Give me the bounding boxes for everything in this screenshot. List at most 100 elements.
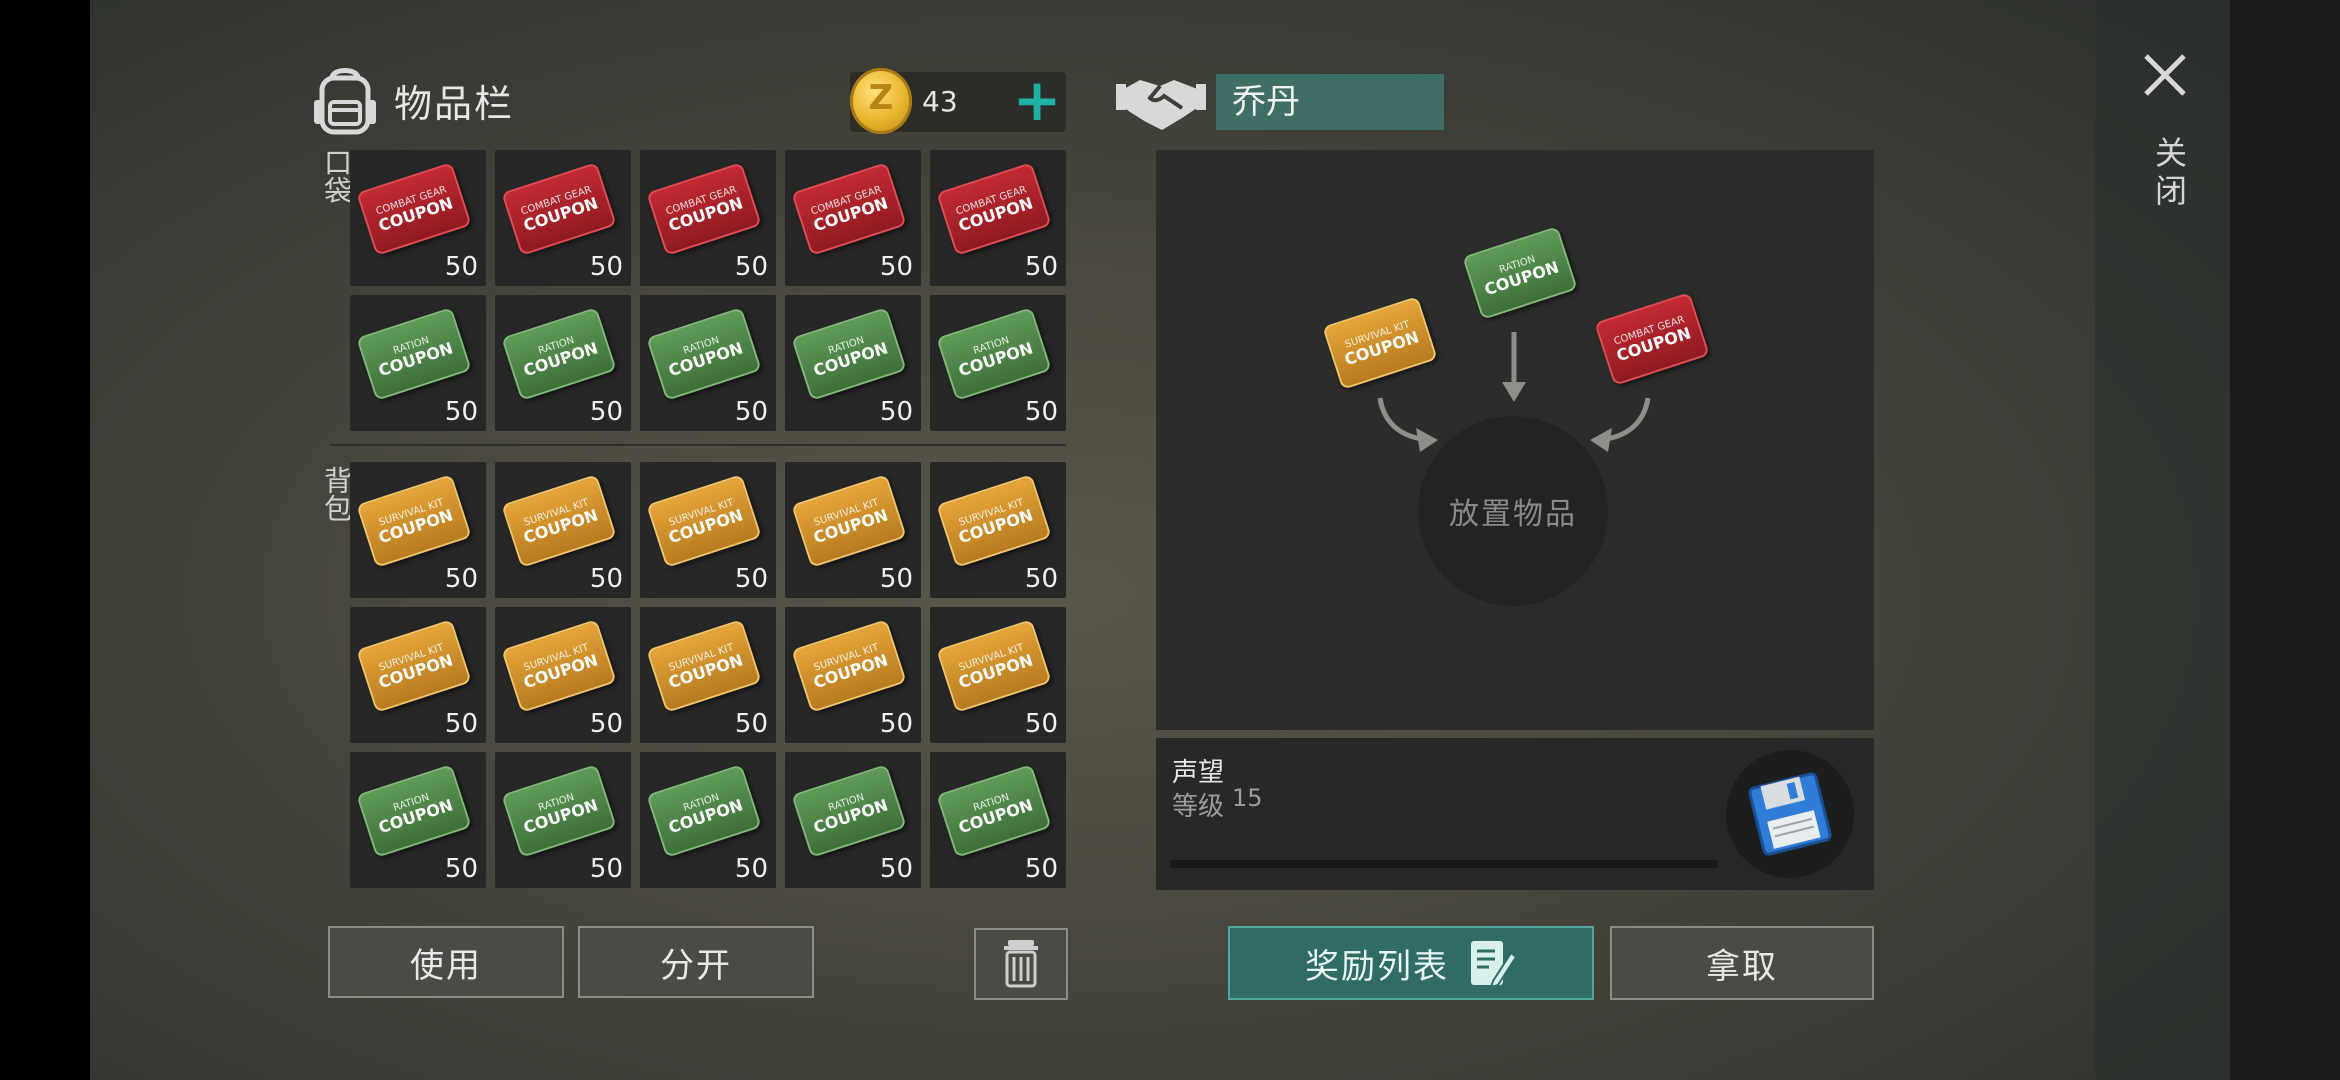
survival-kit-coupon-icon: SURVIVAL KIT COUPON (501, 474, 617, 568)
combat-gear-coupon-icon: COMBAT GEAR COUPON (356, 162, 472, 256)
inventory-slot[interactable]: SURVIVAL KIT COUPON 50 (350, 462, 486, 598)
inventory-slot[interactable]: RATION COUPON 50 (350, 752, 486, 888)
item-count: 50 (1024, 709, 1058, 739)
coin-icon: Z (850, 68, 912, 134)
reward-list-button[interactable]: 奖励列表 (1228, 926, 1594, 1000)
ration-coupon-icon: RATION COUPON (936, 307, 1052, 401)
item-count: 50 (734, 252, 768, 282)
screen-edge-right (2230, 0, 2340, 1080)
ration-coupon-icon: RATION COUPON (646, 307, 762, 401)
ration-coupon-icon: RATION COUPON (356, 764, 472, 858)
arrow-right (1590, 397, 1651, 452)
coin-value: 43 (922, 85, 958, 118)
combat-gear-coupon-icon: COMBAT GEAR COUPON (791, 162, 907, 256)
reputation-title: 声望 (1172, 758, 1225, 788)
ration-coupon-icon: RATION COUPON (791, 764, 907, 858)
drop-target[interactable]: 放置物品 (1418, 416, 1608, 606)
combat-gear-coupon-icon: COMBAT GEAR COUPON (936, 162, 1052, 256)
inventory-slot[interactable]: RATION COUPON 50 (785, 295, 921, 431)
item-count: 50 (734, 397, 768, 427)
inventory-slot[interactable]: RATION COUPON 50 (640, 295, 776, 431)
inventory-slot[interactable]: SURVIVAL KIT COUPON 50 (350, 607, 486, 743)
take-button[interactable]: 拿取 (1610, 926, 1874, 1000)
combat-gear-coupon-icon: COMBAT GEAR COUPON (646, 162, 762, 256)
survival-kit-coupon-icon: SURVIVAL KIT COUPON (936, 474, 1052, 568)
close-icon[interactable] (2140, 50, 2190, 100)
inventory-slot[interactable]: RATION COUPON 50 (495, 295, 631, 431)
inventory-slot[interactable]: SURVIVAL KIT COUPON 50 (785, 462, 921, 598)
item-count: 50 (1024, 854, 1058, 884)
inventory-slot[interactable]: COMBAT GEAR COUPON 50 (495, 150, 631, 286)
section-divider (330, 444, 1066, 446)
ration-coupon-icon: RATION COUPON (356, 307, 472, 401)
drop-label: 放置物品 (1449, 497, 1577, 532)
combat-gear-coupon-icon: COMBAT GEAR COUPON (501, 162, 617, 256)
close-label[interactable]: 关闭 (2146, 136, 2192, 212)
item-count: 50 (444, 564, 478, 594)
inventory-slot[interactable]: SURVIVAL KIT COUPON 50 (930, 462, 1066, 598)
ration-coupon-icon: RATION COUPON (936, 764, 1052, 858)
item-count: 50 (879, 252, 913, 282)
item-count: 50 (1024, 252, 1058, 282)
inventory-slot[interactable]: RATION COUPON 50 (350, 295, 486, 431)
backpack-icon (314, 68, 376, 135)
use-button[interactable]: 使用 (328, 926, 564, 998)
item-count: 50 (589, 564, 623, 594)
inventory-slot[interactable]: COMBAT GEAR COUPON 50 (640, 150, 776, 286)
survival-kit-coupon-icon: SURVIVAL KIT COUPON (936, 619, 1052, 713)
inventory-slot[interactable]: COMBAT GEAR COUPON 50 (785, 150, 921, 286)
inventory-slot[interactable]: RATION COUPON 50 (930, 295, 1066, 431)
inventory-slot[interactable]: RATION COUPON 50 (930, 752, 1066, 888)
trash-icon (1004, 940, 1038, 988)
handshake-icon (1116, 80, 1206, 130)
item-count: 50 (879, 397, 913, 427)
inventory-slot[interactable]: SURVIVAL KIT COUPON 50 (640, 462, 776, 598)
inventory-slot[interactable]: RATION COUPON 50 (785, 752, 921, 888)
reward-list-label: 奖励列表 (1305, 946, 1449, 987)
inventory-slot[interactable]: COMBAT GEAR COUPON 50 (930, 150, 1066, 286)
survival-kit-coupon-icon: SURVIVAL KIT COUPON (501, 619, 617, 713)
inventory-slot[interactable]: SURVIVAL KIT COUPON 50 (785, 607, 921, 743)
inventory-slot[interactable]: COMBAT GEAR COUPON 50 (350, 150, 486, 286)
reputation-progress (1170, 860, 1718, 868)
ration-coupon-icon: RATION COUPON (501, 764, 617, 858)
inventory-slot[interactable]: SURVIVAL KIT COUPON 50 (495, 462, 631, 598)
inventory-slot[interactable]: SURVIVAL KIT COUPON 50 (495, 607, 631, 743)
item-count: 50 (734, 709, 768, 739)
survival-kit-coupon-icon: SURVIVAL KIT COUPON (791, 474, 907, 568)
survival-kit-coupon-icon: SURVIVAL KIT COUPON (791, 619, 907, 713)
item-count: 50 (444, 252, 478, 282)
floppy-disk-icon (1748, 772, 1832, 856)
inventory-slot[interactable]: SURVIVAL KIT COUPON 50 (640, 607, 776, 743)
survival-kit-coupon-icon: SURVIVAL KIT COUPON (646, 619, 762, 713)
item-count: 50 (734, 564, 768, 594)
ration-coupon-icon: RATION COUPON (501, 307, 617, 401)
plus-icon[interactable]: + (1008, 71, 1066, 132)
item-count: 50 (589, 397, 623, 427)
survival-kit-coupon-icon: SURVIVAL KIT COUPON (356, 619, 472, 713)
item-count: 50 (1024, 564, 1058, 594)
item-count: 50 (879, 564, 913, 594)
split-button[interactable]: 分开 (578, 926, 814, 998)
inventory-slot[interactable]: RATION COUPON 50 (495, 752, 631, 888)
inventory-slot[interactable]: SURVIVAL KIT COUPON 50 (930, 607, 1066, 743)
item-count: 50 (444, 397, 478, 427)
item-count: 50 (589, 709, 623, 739)
inventory-title: 物品栏 (394, 81, 515, 126)
trash-button[interactable] (974, 928, 1068, 1000)
item-count: 50 (444, 709, 478, 739)
inventory-header: 物品栏 (310, 60, 514, 140)
level-value: 15 (1232, 784, 1263, 812)
ration-coupon-icon: RATION COUPON (646, 764, 762, 858)
item-count: 50 (589, 252, 623, 282)
save-button[interactable] (1726, 750, 1854, 878)
item-count: 50 (879, 854, 913, 884)
survival-kit-coupon-icon: SURVIVAL KIT COUPON (646, 474, 762, 568)
screen-edge-left (0, 0, 90, 1080)
inventory-slot[interactable]: RATION COUPON 50 (640, 752, 776, 888)
arrow-left (1377, 397, 1438, 452)
item-count: 50 (1024, 397, 1058, 427)
item-count: 50 (734, 854, 768, 884)
level-label: 等级 (1172, 792, 1225, 822)
item-count: 50 (879, 709, 913, 739)
